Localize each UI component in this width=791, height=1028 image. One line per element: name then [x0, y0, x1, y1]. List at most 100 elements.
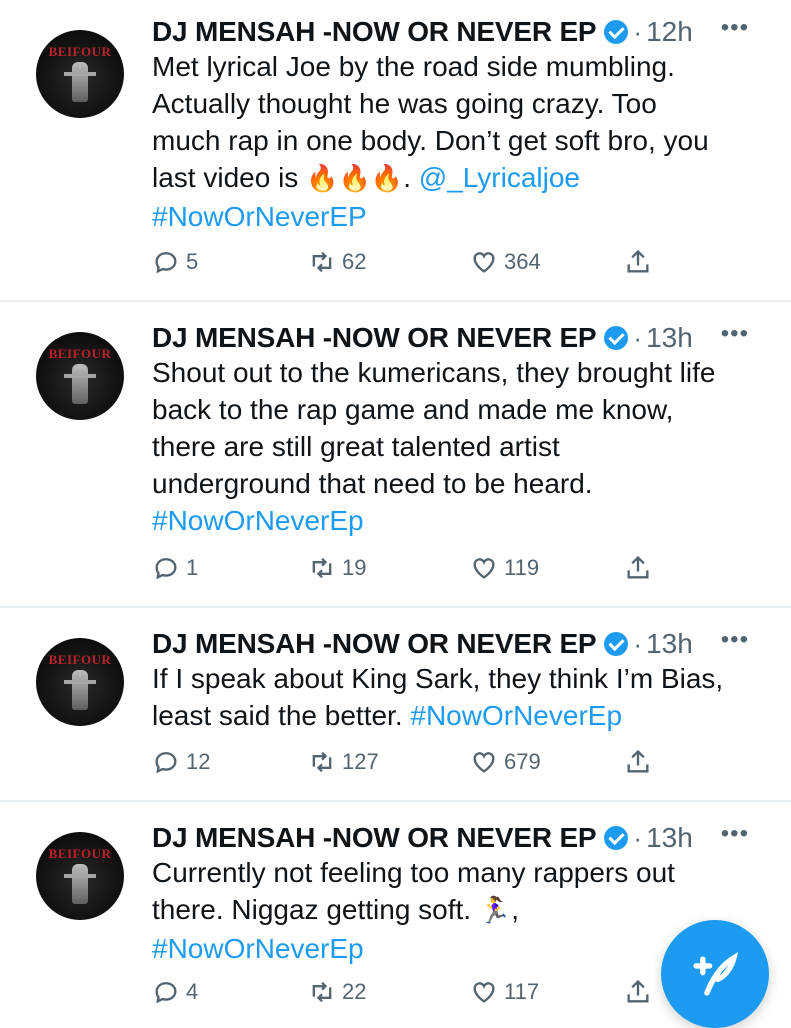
tweet-text-fragment: least said the better. [152, 700, 411, 731]
reply-button[interactable]: 5 [152, 248, 198, 276]
verified-badge-icon [604, 20, 629, 44]
runner-emoji: 🏃‍♀️ [478, 896, 512, 926]
hashtag-link[interactable]: #NowOrNeverEP [152, 198, 771, 235]
tweet[interactable]: BEIFOUR DJ MENSAH -NOW OR NEVER EP · 12h… [0, 0, 791, 302]
avatar[interactable]: BEIFOUR [36, 638, 124, 726]
share-icon [627, 749, 649, 773]
retweet-icon [312, 251, 332, 273]
tweet-header: DJ MENSAH -NOW OR NEVER EP · 12h ••• [152, 12, 771, 52]
avatar[interactable]: BEIFOUR [36, 30, 124, 118]
tweet-header: DJ MENSAH -NOW OR NEVER EP · 13h ••• [152, 818, 771, 858]
more-options-icon[interactable]: ••• [721, 322, 749, 346]
more-options-icon[interactable]: ••• [721, 628, 749, 652]
timestamp[interactable]: 13h [646, 322, 693, 354]
like-count: 119 [504, 555, 540, 580]
tweet-text-line: there are still great talented artist [152, 431, 560, 462]
verified-badge-icon [604, 326, 629, 350]
tweet-text-line: underground that need to be heard. [152, 468, 593, 499]
tweet-actions: 12 127 679 [152, 748, 791, 788]
reply-icon [155, 752, 177, 774]
heart-icon [473, 558, 495, 579]
retweet-button[interactable]: 22 [308, 978, 366, 1006]
tweet[interactable]: BEIFOUR DJ MENSAH -NOW OR NEVER EP · 13h… [0, 302, 791, 608]
author-name[interactable]: DJ MENSAH -NOW OR NEVER EP [152, 822, 597, 854]
reply-count: 1 [186, 555, 199, 580]
separator-dot: · [633, 628, 643, 659]
retweet-count: 127 [342, 749, 379, 774]
timestamp[interactable]: 13h [646, 822, 693, 854]
retweet-button[interactable]: 127 [308, 748, 379, 776]
reply-count: 4 [186, 979, 199, 1004]
mention-link[interactable]: @_Lyricaljoe [419, 162, 580, 193]
reply-icon [155, 558, 177, 580]
author-name[interactable]: DJ MENSAH -NOW OR NEVER EP [152, 322, 597, 354]
share-icon [627, 555, 649, 579]
avatar-figure-image [64, 864, 96, 904]
like-button[interactable]: 364 [470, 248, 541, 276]
tweet-text-line: last video is 🔥🔥🔥. @_Lyricaljoe [152, 159, 771, 198]
fire-emoji: 🔥🔥🔥 [306, 164, 404, 194]
heart-icon [473, 982, 495, 1003]
retweet-count: 22 [342, 979, 367, 1004]
avatar-figure-image [64, 670, 96, 710]
avatar[interactable]: BEIFOUR [36, 832, 124, 920]
tweet-text-line: Currently not feeling too many rappers o… [152, 857, 675, 888]
avatar-figure-image [64, 62, 96, 102]
tweet-text-line: there. Niggaz getting soft. 🏃‍♀️, [152, 891, 771, 930]
like-button[interactable]: 119 [470, 554, 539, 582]
feather-plus-icon [693, 952, 739, 996]
tweet-text-line: Shout out to the kumericans, they brough… [152, 357, 716, 388]
separator-dot: · [633, 822, 643, 853]
author-name[interactable]: DJ MENSAH -NOW OR NEVER EP [152, 16, 597, 48]
retweet-count: 62 [342, 249, 367, 274]
tweet-header: DJ MENSAH -NOW OR NEVER EP · 13h ••• [152, 624, 771, 664]
retweet-icon [312, 751, 332, 773]
retweet-icon [312, 557, 332, 579]
tweet-text-line: back to the rap game and made me know, [152, 394, 674, 425]
share-icon [627, 979, 649, 1003]
tweet-text-line: Met lyrical Joe by the road side mumblin… [152, 51, 675, 82]
avatar-logo-text: BEIFOUR [48, 846, 112, 861]
share-button[interactable] [624, 554, 652, 582]
hashtag-link[interactable]: #NowOrNeverEp [152, 502, 771, 539]
tweet-text: If I speak about King Sark, they think I… [152, 660, 771, 734]
like-button[interactable]: 679 [470, 748, 541, 776]
tweet-actions: 5 62 364 [152, 248, 791, 288]
retweet-icon [312, 981, 332, 1003]
avatar-logo-text: BEIFOUR [48, 44, 112, 59]
tweet-text-fragment: there. Niggaz getting soft. [152, 894, 479, 925]
more-options-icon[interactable]: ••• [721, 822, 749, 846]
heart-icon [473, 752, 495, 773]
reply-button[interactable]: 1 [152, 554, 198, 582]
author-name[interactable]: DJ MENSAH -NOW OR NEVER EP [152, 628, 597, 660]
tweet-text-line: much rap in one body. Don’t get soft bro… [152, 125, 709, 156]
like-count: 364 [504, 249, 541, 274]
avatar-logo-text: BEIFOUR [48, 346, 112, 361]
tweet-text-fragment: , [511, 894, 520, 925]
tweet-text-fragment: last video is [152, 162, 307, 193]
more-options-icon[interactable]: ••• [721, 16, 749, 40]
tweet-text: Shout out to the kumericans, they brough… [152, 354, 771, 539]
reply-button[interactable]: 4 [152, 978, 198, 1006]
tweet-text-fragment: . [403, 162, 419, 193]
timestamp[interactable]: 12h [646, 16, 693, 48]
like-button[interactable]: 117 [470, 978, 539, 1006]
avatar[interactable]: BEIFOUR [36, 332, 124, 420]
retweet-button[interactable]: 19 [308, 554, 366, 582]
like-count: 679 [504, 749, 541, 774]
retweet-button[interactable]: 62 [308, 248, 366, 276]
share-button[interactable] [624, 248, 652, 276]
separator-dot: · [633, 16, 643, 47]
tweet[interactable]: BEIFOUR DJ MENSAH -NOW OR NEVER EP · 13h… [0, 608, 791, 802]
timeline-feed: BEIFOUR DJ MENSAH -NOW OR NEVER EP · 12h… [0, 0, 791, 1024]
timestamp[interactable]: 13h [646, 628, 693, 660]
compose-tweet-button[interactable] [661, 920, 769, 1028]
reply-button[interactable]: 12 [152, 748, 210, 776]
tweet-header: DJ MENSAH -NOW OR NEVER EP · 13h ••• [152, 318, 771, 358]
separator-dot: · [633, 322, 643, 353]
share-icon [627, 249, 649, 273]
share-button[interactable] [624, 978, 652, 1006]
tweet-text-line: Actually thought he was going crazy. Too [152, 88, 657, 119]
hashtag-link[interactable]: #NowOrNeverEp [410, 700, 622, 731]
share-button[interactable] [624, 748, 652, 776]
